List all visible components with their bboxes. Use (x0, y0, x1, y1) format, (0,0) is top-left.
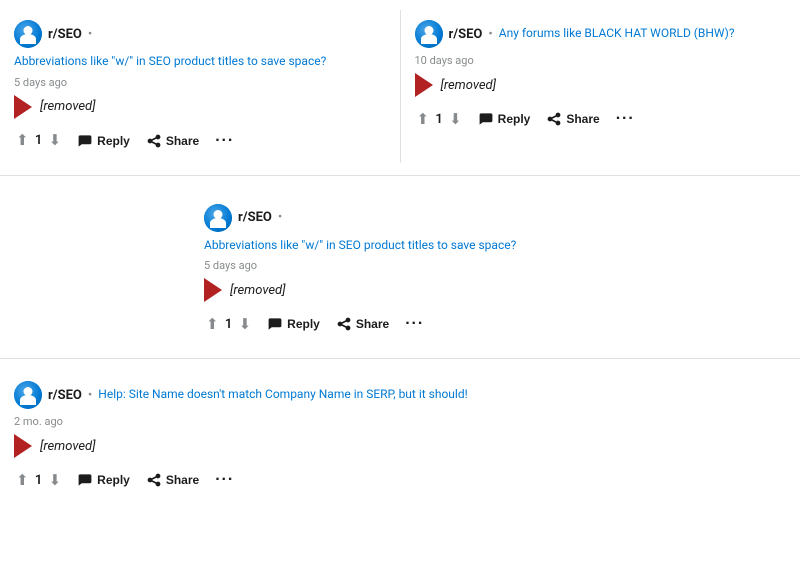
downvote-icon-1: ⬇ (49, 133, 62, 148)
vote-area-3: ⬆ 1 ⬇ (204, 315, 253, 334)
downvote-btn-2[interactable]: ⬇ (447, 110, 464, 129)
vote-count-3: 1 (225, 317, 233, 332)
share-icon-1 (146, 133, 162, 149)
arrow-icon-3 (204, 278, 222, 302)
post-title-1[interactable]: Abbreviations like "w/" in SEO product t… (14, 54, 326, 70)
downvote-icon-4: ⬇ (49, 473, 62, 488)
action-bar-4: ⬆ 1 ⬇ Reply Share ··· (14, 468, 786, 492)
post-title-3[interactable]: Abbreviations like "w/" in SEO product t… (204, 238, 516, 254)
post-title-4[interactable]: Help: Site Name doesn't match Company Na… (98, 387, 467, 403)
downvote-btn-4[interactable]: ⬇ (47, 471, 64, 490)
reply-icon-3 (267, 316, 283, 332)
comment-header-2: r/SEO • Any forums like BLACK HAT WORLD … (415, 20, 787, 48)
dot-3: • (278, 210, 282, 225)
reply-icon-2 (478, 111, 494, 127)
removed-text-3: [removed] (230, 283, 286, 298)
page-container: r/SEO • Abbreviations like "w/" in SEO p… (0, 0, 800, 516)
subreddit-2[interactable]: r/SEO (449, 27, 483, 42)
avatar-1 (14, 20, 42, 48)
reply-btn-3[interactable]: Reply (261, 312, 326, 336)
avatar-3 (204, 204, 232, 232)
share-btn-4[interactable]: Share (140, 468, 205, 492)
upvote-btn-3[interactable]: ⬆ (204, 315, 221, 334)
top-row: r/SEO • Abbreviations like "w/" in SEO p… (0, 10, 800, 176)
downvote-icon-2: ⬇ (449, 112, 462, 127)
more-btn-4[interactable]: ··· (209, 469, 240, 491)
avatar-4 (14, 381, 42, 409)
share-icon-4 (146, 472, 162, 488)
timestamp-4: 2 mo. ago (14, 415, 786, 428)
vote-area-4: ⬆ 1 ⬇ (14, 471, 63, 490)
vote-area-2: ⬆ 1 ⬇ (415, 110, 464, 129)
subreddit-4[interactable]: r/SEO (48, 388, 82, 403)
reply-icon-1 (77, 133, 93, 149)
reply-btn-2[interactable]: Reply (472, 107, 537, 131)
upvote-btn-1[interactable]: ⬆ (14, 131, 31, 150)
removed-text-1: [removed] (40, 99, 96, 114)
removed-text-4: [removed] (40, 439, 96, 454)
share-btn-3[interactable]: Share (330, 312, 395, 336)
arrow-icon-1 (14, 95, 32, 119)
vote-count-4: 1 (35, 473, 43, 488)
comment-card-3: r/SEO • Abbreviations like "w/" in SEO p… (190, 194, 610, 347)
upvote-icon-2: ⬆ (417, 112, 430, 127)
reply-btn-1[interactable]: Reply (71, 129, 136, 153)
action-bar-2: ⬆ 1 ⬇ Reply Share ··· (415, 107, 787, 131)
action-bar-3: ⬆ 1 ⬇ Reply Share ··· (204, 312, 596, 336)
comment-header-1: r/SEO • Abbreviations like "w/" in SEO p… (14, 20, 386, 70)
share-btn-2[interactable]: Share (540, 107, 605, 131)
removed-row-3: [removed] (204, 278, 596, 302)
dot-1: • (88, 27, 92, 42)
upvote-icon-4: ⬆ (16, 473, 29, 488)
arrow-icon-2 (415, 73, 433, 97)
dot-2: • (488, 27, 492, 42)
more-btn-3[interactable]: ··· (399, 313, 430, 335)
comment-card-4: r/SEO • Help: Site Name doesn't match Co… (14, 377, 786, 496)
vote-count-2: 1 (435, 112, 443, 127)
post-title-2[interactable]: Any forums like BLACK HAT WORLD (BHW)? (499, 26, 735, 42)
comment-header-3: r/SEO • Abbreviations like "w/" in SEO p… (204, 204, 596, 254)
action-bar-1: ⬆ 1 ⬇ Reply Share ··· (14, 129, 386, 153)
more-btn-2[interactable]: ··· (610, 108, 641, 130)
vote-count-1: 1 (35, 133, 43, 148)
upvote-btn-2[interactable]: ⬆ (415, 110, 432, 129)
subreddit-1[interactable]: r/SEO (48, 27, 82, 42)
removed-row-2: [removed] (415, 73, 787, 97)
timestamp-2: 10 days ago (415, 54, 787, 67)
removed-text-2: [removed] (441, 78, 497, 93)
subreddit-3[interactable]: r/SEO (238, 210, 272, 225)
dot-4: • (88, 388, 92, 403)
timestamp-1: 5 days ago (14, 76, 386, 89)
removed-row-1: [removed] (14, 95, 386, 119)
removed-row-4: [removed] (14, 434, 786, 458)
middle-row: r/SEO • Abbreviations like "w/" in SEO p… (0, 184, 800, 360)
vote-area-1: ⬆ 1 ⬇ (14, 131, 63, 150)
upvote-btn-4[interactable]: ⬆ (14, 471, 31, 490)
downvote-btn-1[interactable]: ⬇ (47, 131, 64, 150)
downvote-icon-3: ⬇ (239, 317, 252, 332)
upvote-icon-1: ⬆ (16, 133, 29, 148)
timestamp-3: 5 days ago (204, 259, 596, 272)
avatar-2 (415, 20, 443, 48)
comment-card-2: r/SEO • Any forums like BLACK HAT WORLD … (400, 10, 800, 163)
arrow-icon-4 (14, 434, 32, 458)
bottom-row: r/SEO • Help: Site Name doesn't match Co… (0, 367, 800, 506)
share-btn-1[interactable]: Share (140, 129, 205, 153)
share-icon-2 (546, 111, 562, 127)
more-btn-1[interactable]: ··· (209, 130, 240, 152)
reply-btn-4[interactable]: Reply (71, 468, 136, 492)
upvote-icon-3: ⬆ (206, 317, 219, 332)
downvote-btn-3[interactable]: ⬇ (237, 315, 254, 334)
comment-header-4: r/SEO • Help: Site Name doesn't match Co… (14, 381, 786, 409)
comment-card-1: r/SEO • Abbreviations like "w/" in SEO p… (0, 10, 400, 163)
share-icon-3 (336, 316, 352, 332)
reply-icon-4 (77, 472, 93, 488)
